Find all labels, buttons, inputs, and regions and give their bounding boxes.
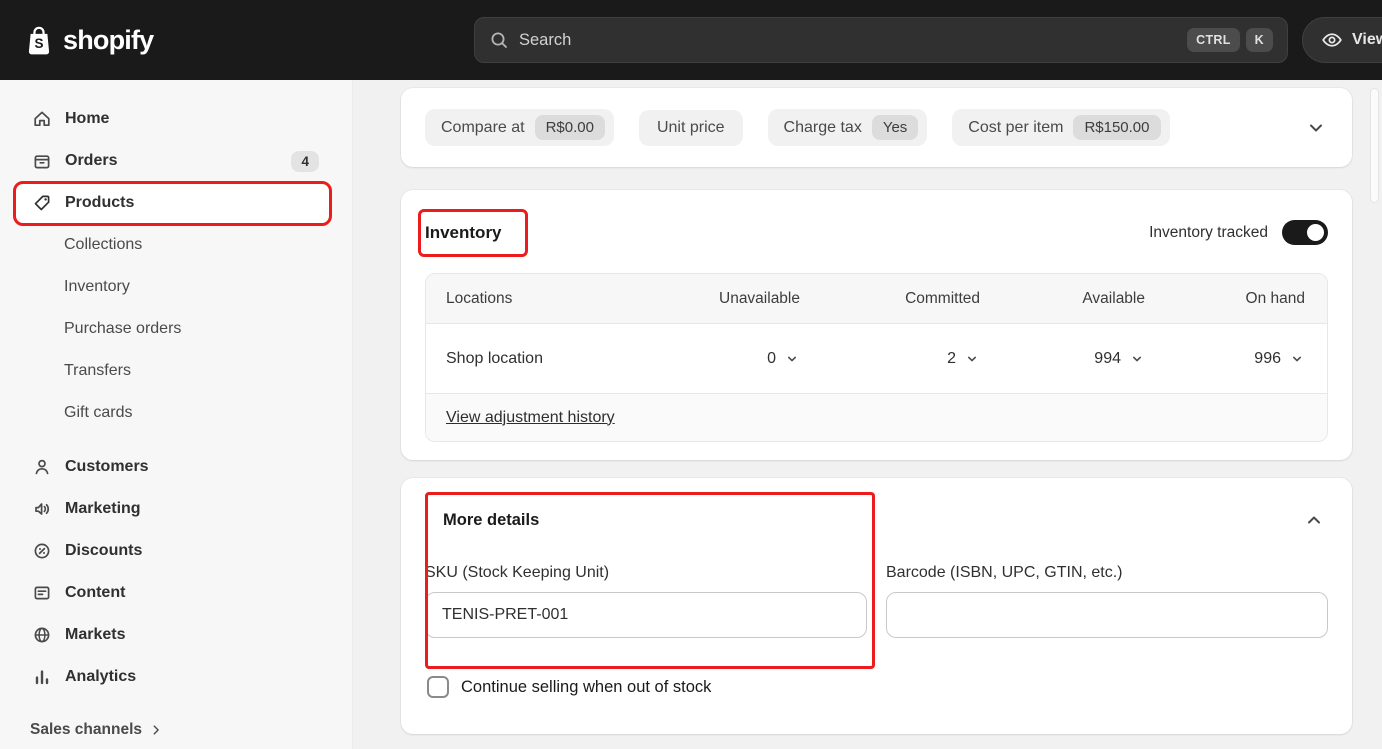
inventory-title: Inventory	[425, 222, 502, 242]
inventory-tracked-control: Inventory tracked	[1149, 220, 1328, 245]
shopify-bag-icon: S	[24, 24, 54, 56]
search-icon	[489, 30, 509, 50]
col-on-hand: On hand	[1245, 289, 1305, 307]
col-committed: Committed	[905, 289, 980, 307]
charge-tax-chip[interactable]: Charge tax Yes	[767, 109, 928, 146]
col-locations: Locations	[446, 289, 513, 307]
caret-down-icon	[964, 351, 980, 367]
committed-dropdown[interactable]: 2	[947, 350, 980, 368]
search-input[interactable]: Search CTRL K	[474, 17, 1288, 63]
sidebar-item-marketing[interactable]: Marketing	[16, 488, 329, 530]
inventory-table-header: Locations Unavailable Committed Availabl…	[426, 274, 1327, 324]
sidebar-item-transfers[interactable]: Transfers	[16, 350, 329, 392]
sidebar-item-customers[interactable]: Customers	[16, 446, 329, 488]
on-hand-dropdown[interactable]: 996	[1254, 350, 1305, 368]
sku-field-group: SKU (Stock Keeping Unit)	[425, 564, 867, 638]
caret-down-icon	[1129, 351, 1145, 367]
kbd-ctrl: CTRL	[1187, 28, 1240, 52]
inventory-table-row: Shop location 0 2 994 996	[426, 324, 1327, 394]
barcode-input[interactable]	[886, 592, 1328, 638]
home-icon	[32, 109, 52, 129]
continue-selling-checkbox[interactable]	[427, 676, 449, 698]
search-shortcut: CTRL K	[1187, 28, 1273, 52]
chevron-up-icon	[1304, 510, 1324, 530]
sidebar-item-products[interactable]: Products	[16, 182, 329, 224]
col-unavailable: Unavailable	[719, 289, 800, 307]
inventory-table: Locations Unavailable Committed Availabl…	[425, 273, 1328, 442]
customers-icon	[32, 457, 52, 477]
sidebar-item-content[interactable]: Content	[16, 572, 329, 614]
search-placeholder: Search	[519, 30, 572, 49]
sidebar-item-collections[interactable]: Collections	[16, 224, 329, 266]
chevron-down-icon	[1306, 118, 1326, 138]
unavailable-dropdown[interactable]: 0	[767, 350, 800, 368]
more-details-card: More details SKU (Stock Keeping Unit) Ba…	[401, 478, 1352, 734]
inventory-tracked-label: Inventory tracked	[1149, 223, 1268, 241]
eye-icon	[1321, 29, 1343, 51]
more-details-header: More details	[425, 506, 1328, 534]
barcode-field-group: Barcode (ISBN, UPC, GTIN, etc.)	[886, 564, 1328, 638]
bar-chart-icon	[32, 667, 52, 687]
main-content: Compare at R$0.00 Unit price Charge tax …	[353, 80, 1382, 749]
pricing-summary-card: Compare at R$0.00 Unit price Charge tax …	[401, 88, 1352, 167]
sidebar: Home Orders 4 Products Collections Inven…	[0, 80, 353, 749]
location-name: Shop location	[446, 349, 543, 367]
shopify-logo[interactable]: S shopify	[24, 0, 154, 80]
details-fields: SKU (Stock Keeping Unit) Barcode (ISBN, …	[425, 564, 1328, 638]
logo-letter: S	[34, 36, 43, 51]
orders-icon	[32, 151, 52, 171]
view-adjustment-history-link[interactable]: View adjustment history	[446, 409, 615, 427]
view-button-label: View	[1352, 31, 1382, 48]
sidebar-item-gift-cards[interactable]: Gift cards	[16, 392, 329, 434]
sku-input[interactable]	[425, 592, 867, 638]
sidebar-item-orders[interactable]: Orders 4	[16, 140, 329, 182]
more-details-collapse-button[interactable]	[1300, 506, 1328, 534]
sidebar-item-markets[interactable]: Markets	[16, 614, 329, 656]
col-available: Available	[1082, 289, 1145, 307]
kbd-k: K	[1245, 28, 1273, 52]
compare-at-chip[interactable]: Compare at R$0.00	[425, 109, 614, 146]
caret-down-icon	[1289, 351, 1305, 367]
sidebar-nav: Home Orders 4 Products Collections Inven…	[0, 80, 352, 698]
globe-icon	[32, 625, 52, 645]
scrollbar-thumb[interactable]	[1370, 88, 1379, 203]
charge-tax-value: Yes	[871, 115, 919, 140]
sidebar-item-inventory[interactable]: Inventory	[16, 266, 329, 308]
toggle-knob	[1307, 224, 1324, 241]
discount-icon	[32, 541, 52, 561]
tag-icon	[32, 193, 52, 213]
shopify-admin-product-page: S shopify Search CTRL K View Home Orders…	[0, 0, 1382, 749]
brand-wordmark: shopify	[63, 24, 154, 55]
unit-price-chip[interactable]: Unit price	[638, 109, 743, 146]
content-icon	[32, 583, 52, 603]
chevron-right-icon	[149, 723, 163, 737]
caret-down-icon	[784, 351, 800, 367]
continue-selling-label: Continue selling when out of stock	[461, 677, 712, 696]
compare-at-value: R$0.00	[534, 115, 605, 140]
cost-per-item-chip[interactable]: Cost per item R$150.00	[952, 109, 1170, 146]
orders-count-badge: 4	[291, 150, 319, 172]
view-button[interactable]: View	[1302, 17, 1382, 63]
sidebar-item-purchase-orders[interactable]: Purchase orders	[16, 308, 329, 350]
inventory-tracked-toggle[interactable]	[1282, 220, 1328, 245]
sidebar-item-analytics[interactable]: Analytics	[16, 656, 329, 698]
more-details-title: More details	[443, 510, 540, 529]
sku-label: SKU (Stock Keeping Unit)	[425, 564, 610, 581]
available-dropdown[interactable]: 994	[1094, 350, 1145, 368]
pricing-expand-button[interactable]	[1302, 114, 1330, 142]
inventory-header: Inventory Inventory tracked	[401, 190, 1352, 245]
sales-channels-header[interactable]: Sales channels	[30, 713, 163, 747]
continue-selling-row: Continue selling when out of stock	[427, 676, 1328, 698]
cost-per-item-value: R$150.00	[1073, 115, 1161, 140]
inventory-table-footer: View adjustment history	[426, 394, 1327, 441]
topbar: S shopify Search CTRL K View	[0, 0, 1382, 80]
sidebar-item-discounts[interactable]: Discounts	[16, 530, 329, 572]
megaphone-icon	[32, 499, 52, 519]
sidebar-item-home[interactable]: Home	[16, 98, 329, 140]
barcode-label: Barcode (ISBN, UPC, GTIN, etc.)	[886, 564, 1123, 581]
inventory-card: Inventory Inventory tracked Locations Un…	[401, 190, 1352, 460]
